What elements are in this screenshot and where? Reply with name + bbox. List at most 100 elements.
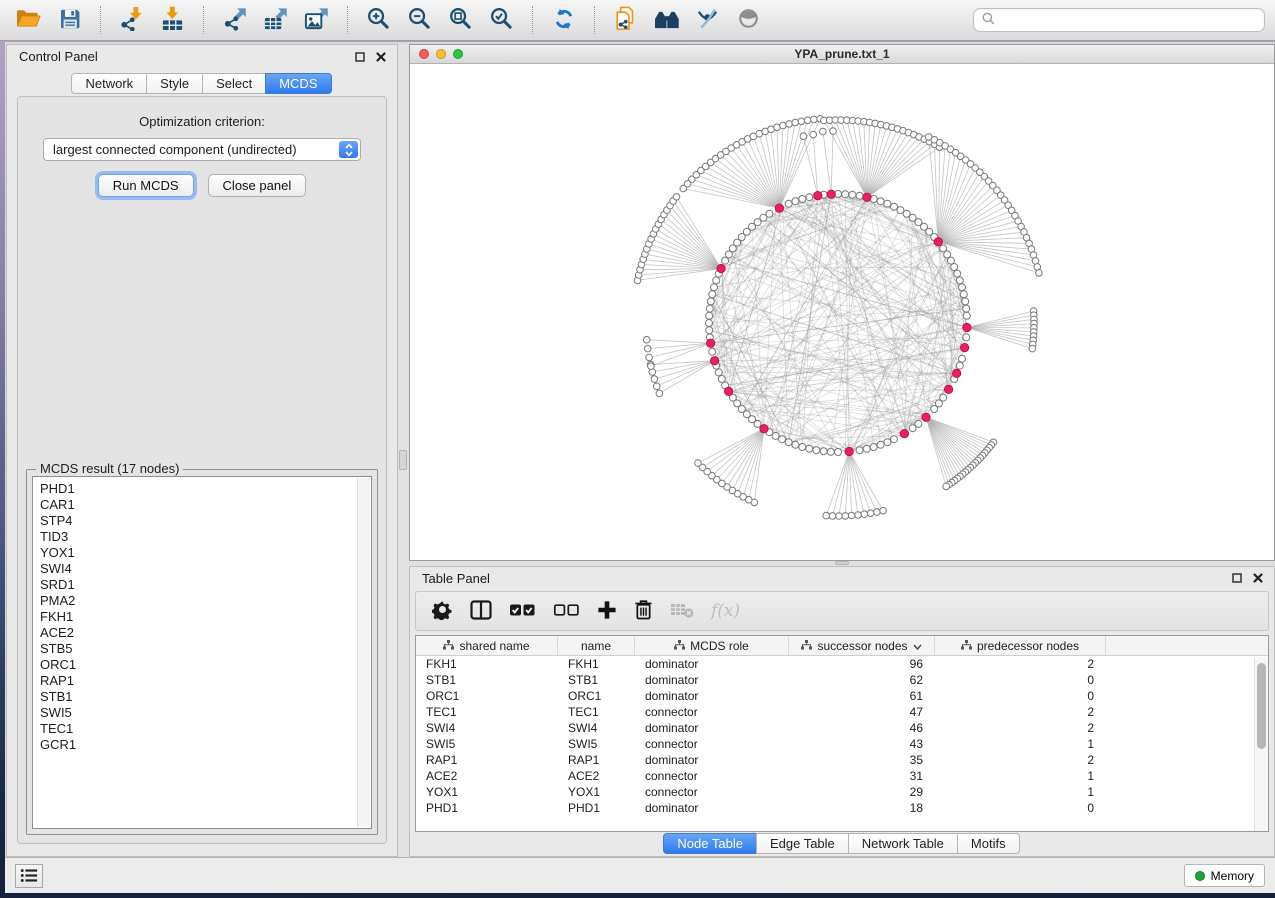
table-cell[interactable]: dominator (635, 689, 789, 703)
zoom-in-button[interactable] (360, 4, 397, 37)
table-cell[interactable]: ACE2 (558, 769, 635, 783)
table-cell[interactable]: 1 (935, 769, 1106, 783)
import-table-button[interactable] (154, 4, 191, 37)
vertical-splitter[interactable] (398, 44, 409, 857)
column-header-shared-name[interactable]: shared name (416, 636, 558, 655)
network-view[interactable] (410, 65, 1274, 560)
mcds-result-item[interactable]: SWI4 (40, 561, 371, 577)
save-session-button[interactable] (51, 4, 88, 37)
table-cell[interactable]: 0 (935, 801, 1106, 815)
mcds-result-item[interactable]: YOX1 (40, 545, 371, 561)
close-panel-button[interactable] (375, 51, 387, 63)
table-cell[interactable]: dominator (635, 753, 789, 767)
table-cell[interactable]: 43 (789, 737, 935, 751)
table-row[interactable]: YOX1YOX1connector291 (416, 784, 1268, 800)
table-cell[interactable]: RAP1 (416, 753, 558, 767)
mcds-list-scrollbar[interactable] (357, 478, 370, 827)
table-cell[interactable]: 2 (935, 705, 1106, 719)
table-cell[interactable]: 29 (789, 785, 935, 799)
table-row[interactable]: SWI5SWI5connector431 (416, 736, 1268, 752)
table-cell[interactable]: dominator (635, 657, 789, 671)
table-cell[interactable]: 1 (935, 737, 1106, 751)
table-cell[interactable]: 0 (935, 673, 1106, 687)
table-cell[interactable]: dominator (635, 673, 789, 687)
tab-node-table[interactable]: Node Table (663, 833, 757, 854)
table-row[interactable]: SWI4SWI4dominator462 (416, 720, 1268, 736)
mcds-result-item[interactable]: STP4 (40, 513, 371, 529)
table-row[interactable]: ORC1ORC1dominator610 (416, 688, 1268, 704)
mcds-result-item[interactable]: SRD1 (40, 577, 371, 593)
mcds-result-item[interactable]: TEC1 (40, 721, 371, 737)
mcds-result-item[interactable]: PMA2 (40, 593, 371, 609)
table-cell[interactable]: 2 (935, 721, 1106, 735)
mcds-result-item[interactable]: ORC1 (40, 657, 371, 673)
column-header-name[interactable]: name (558, 636, 635, 655)
clone-network-button[interactable] (607, 4, 644, 37)
tab-mcds[interactable]: MCDS (265, 73, 331, 94)
search-box[interactable] (973, 8, 1265, 32)
table-cell[interactable]: dominator (635, 721, 789, 735)
zoom-selected-button[interactable] (483, 4, 520, 37)
table-cell[interactable]: FKH1 (416, 657, 558, 671)
table-cell[interactable]: SWI5 (416, 737, 558, 751)
table-cell[interactable]: 31 (789, 769, 935, 783)
delete-column-button[interactable] (634, 596, 653, 626)
float-table-panel-button[interactable] (1231, 572, 1243, 584)
tab-style[interactable]: Style (146, 73, 203, 94)
optimization-criterion-select[interactable]: largest connected component (undirected) (43, 138, 361, 161)
open-session-button[interactable] (10, 4, 47, 37)
mcds-result-item[interactable]: SWI5 (40, 705, 371, 721)
tab-edge-table[interactable]: Edge Table (756, 833, 849, 854)
close-mcds-panel-button[interactable]: Close panel (208, 174, 307, 197)
tab-network-table[interactable]: Network Table (848, 833, 958, 854)
table-cell[interactable]: ORC1 (558, 689, 635, 703)
zoom-fit-button[interactable] (442, 4, 479, 37)
mcds-result-item[interactable]: RAP1 (40, 673, 371, 689)
run-mcds-button[interactable]: Run MCDS (98, 174, 194, 197)
column-header-successor-nodes[interactable]: successor nodes (789, 636, 935, 655)
table-row[interactable]: STB1STB1dominator620 (416, 672, 1268, 688)
table-cell[interactable]: 35 (789, 753, 935, 767)
tab-motifs[interactable]: Motifs (957, 833, 1020, 854)
column-header-MCDS-role[interactable]: MCDS role (635, 636, 789, 655)
table-cell[interactable]: 2 (935, 753, 1106, 767)
table-cell[interactable]: STB1 (558, 673, 635, 687)
hide-selected-button[interactable] (689, 4, 726, 37)
table-cell[interactable]: 61 (789, 689, 935, 703)
table-cell[interactable]: ORC1 (416, 689, 558, 703)
find-binoculars-button[interactable] (648, 4, 685, 37)
table-cell[interactable]: SWI5 (558, 737, 635, 751)
table-row[interactable]: FKH1FKH1dominator962 (416, 656, 1268, 672)
mcds-result-item[interactable]: FKH1 (40, 609, 371, 625)
table-row[interactable]: TEC1TEC1connector472 (416, 704, 1268, 720)
table-cell[interactable]: 0 (935, 689, 1106, 703)
table-scrollbar[interactable] (1254, 657, 1268, 831)
horizontal-splitter-handle[interactable] (835, 561, 849, 565)
table-cell[interactable]: YOX1 (416, 785, 558, 799)
search-input[interactable] (1001, 13, 1256, 27)
table-cell[interactable]: dominator (635, 801, 789, 815)
table-cell[interactable]: 18 (789, 801, 935, 815)
mcds-result-item[interactable]: GCR1 (40, 737, 371, 753)
table-cell[interactable]: TEC1 (558, 705, 635, 719)
table-cell[interactable]: SWI4 (558, 721, 635, 735)
table-row[interactable]: RAP1RAP1dominator352 (416, 752, 1268, 768)
column-header-predecessor-nodes[interactable]: predecessor nodes (935, 636, 1106, 655)
close-table-panel-button[interactable] (1252, 572, 1264, 584)
mcds-result-item[interactable]: STB5 (40, 641, 371, 657)
add-column-button[interactable] (597, 596, 617, 626)
select-all-button[interactable] (509, 596, 536, 626)
table-cell[interactable]: PHD1 (558, 801, 635, 815)
table-cell[interactable]: TEC1 (416, 705, 558, 719)
table-cell[interactable]: connector (635, 769, 789, 783)
tab-network[interactable]: Network (71, 73, 147, 94)
show-all-button[interactable] (730, 4, 767, 37)
deselect-all-button[interactable] (553, 596, 580, 626)
float-panel-button[interactable] (354, 51, 366, 63)
zoom-out-button[interactable] (401, 4, 438, 37)
import-network-button[interactable] (113, 4, 150, 37)
mcds-result-item[interactable]: PHD1 (40, 481, 371, 497)
table-cell[interactable]: 46 (789, 721, 935, 735)
export-table-button[interactable] (257, 4, 294, 37)
export-network-button[interactable] (216, 4, 253, 37)
